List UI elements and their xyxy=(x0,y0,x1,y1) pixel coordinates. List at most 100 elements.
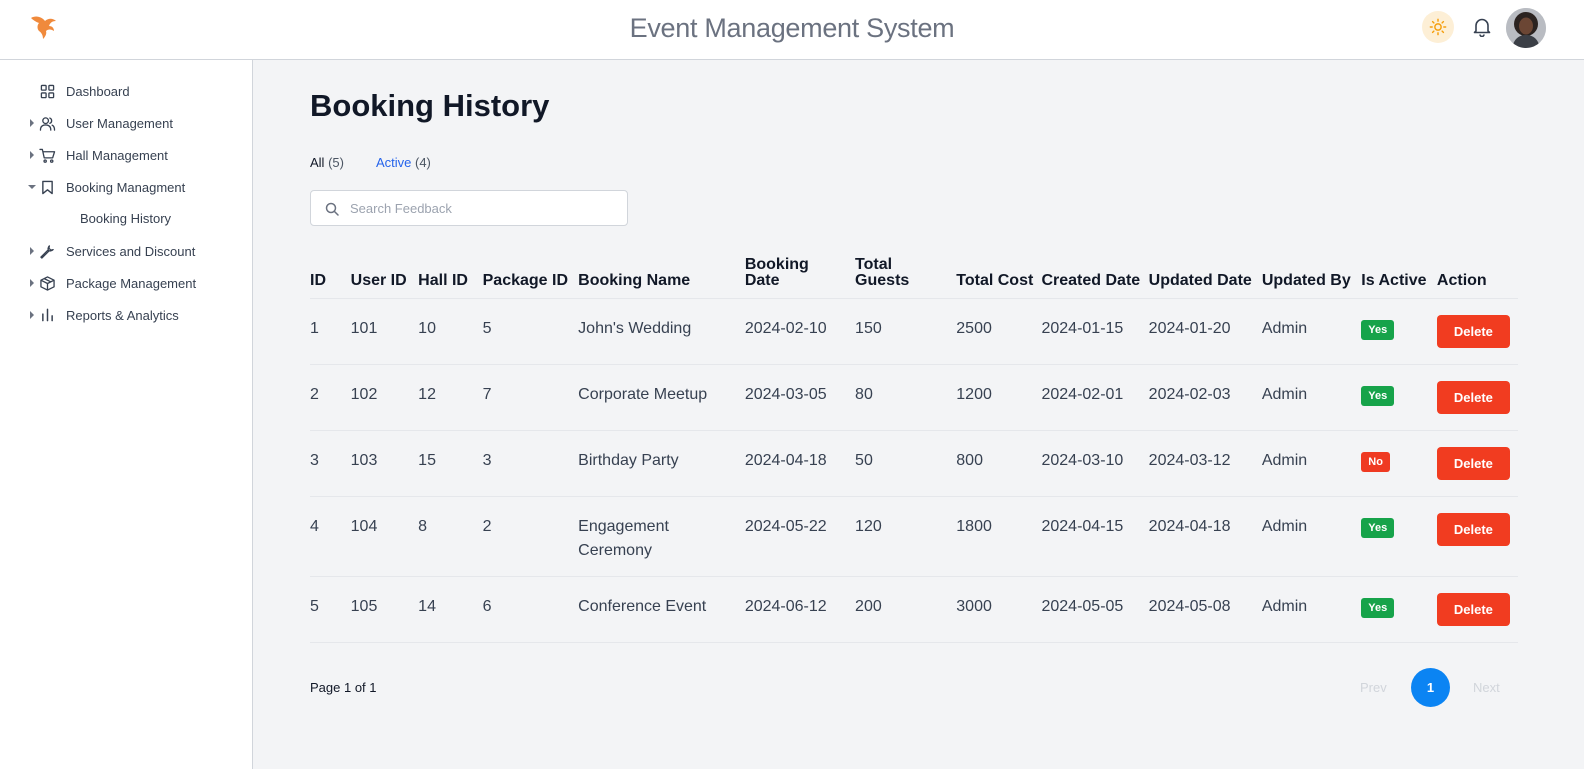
avatar[interactable] xyxy=(1506,8,1546,48)
cell-action: Delete xyxy=(1436,430,1518,497)
caret-right-icon xyxy=(27,150,37,160)
cell-is-active: Yes xyxy=(1361,496,1437,577)
cell-booking-name: Conference Event xyxy=(578,576,745,643)
next-page-button[interactable]: Next xyxy=(1473,680,1500,695)
cell-updated-by: Admin xyxy=(1261,496,1362,577)
cell-user-id: 105 xyxy=(350,576,419,643)
sidebar-item-user-management[interactable]: User Management xyxy=(0,111,252,135)
tab-active[interactable]: Active (4) xyxy=(376,155,431,170)
cell-user-id: 102 xyxy=(350,364,419,431)
cell-user-id: 103 xyxy=(350,430,419,497)
cell-total-cost: 3000 xyxy=(956,576,1042,643)
cell-updated-by: Admin xyxy=(1261,298,1362,365)
column-header: User ID xyxy=(350,253,419,299)
column-header: Is Active xyxy=(1361,253,1437,299)
notifications-button[interactable] xyxy=(1470,14,1494,40)
cell-total-guests: 200 xyxy=(855,576,957,643)
sidebar-item-reports-analytics[interactable]: Reports & Analytics xyxy=(0,303,252,327)
caret-right-icon xyxy=(27,310,37,320)
cell-hall-id: 12 xyxy=(418,364,483,431)
table-row: 3 103 15 3 Birthday Party 2024-04-18 50 … xyxy=(310,430,1518,497)
theme-toggle-button[interactable] xyxy=(1422,11,1454,43)
column-header: Package ID xyxy=(482,253,579,299)
sidebar-item-label: User Management xyxy=(66,115,173,131)
top-bar: Event Management System xyxy=(0,0,1584,60)
bar-chart-icon xyxy=(38,306,56,324)
cell-is-active: No xyxy=(1361,430,1437,497)
tab-count: (4) xyxy=(415,155,431,170)
cell-package-id: 2 xyxy=(482,496,579,577)
delete-button[interactable]: Delete xyxy=(1436,315,1510,348)
cell-action: Delete xyxy=(1436,364,1518,431)
delete-button[interactable]: Delete xyxy=(1436,593,1510,626)
column-header: Updated By xyxy=(1261,253,1362,299)
sidebar-item-label: Dashboard xyxy=(66,83,130,99)
cell-package-id: 5 xyxy=(482,298,579,365)
app-title: Event Management System xyxy=(629,13,955,43)
cell-booking-name: Corporate Meetup xyxy=(578,364,745,431)
status-badge: Yes xyxy=(1361,518,1395,538)
filter-tabs: All (5) Active (4) xyxy=(310,155,463,170)
users-icon xyxy=(38,114,56,132)
cell-booking-date: 2024-06-12 xyxy=(744,576,856,643)
caret-down-icon xyxy=(27,182,37,192)
bell-icon xyxy=(1473,18,1491,37)
sidebar-item-hall-management[interactable]: Hall Management xyxy=(0,143,252,167)
search-input[interactable] xyxy=(350,191,620,225)
cell-hall-id: 15 xyxy=(418,430,483,497)
prev-page-button[interactable]: Prev xyxy=(1360,680,1387,695)
cell-id: 3 xyxy=(310,430,351,497)
sidebar-item-label: Booking History xyxy=(80,210,172,226)
tab-all[interactable]: All (5) xyxy=(310,155,344,170)
cell-user-id: 104 xyxy=(350,496,419,577)
cell-booking-date: 2024-05-22 xyxy=(744,496,856,577)
cell-id: 1 xyxy=(310,298,351,365)
page-info: Page 1 of 1 xyxy=(310,680,377,695)
tab-label: Active xyxy=(375,155,412,170)
cell-created-date: 2024-04-15 xyxy=(1041,496,1149,577)
sidebar-item-booking-managment[interactable]: Booking Managment xyxy=(0,175,252,199)
cell-total-cost: 800 xyxy=(956,430,1042,497)
cell-updated-date: 2024-03-12 xyxy=(1148,430,1262,497)
cell-id: 2 xyxy=(310,364,351,431)
sidebar: Dashboard User Management Hall Managemen… xyxy=(0,60,253,769)
table-row: 1 101 10 5 John's Wedding 2024-02-10 150… xyxy=(310,298,1518,365)
delete-button[interactable]: Delete xyxy=(1436,381,1510,414)
cell-user-id: 101 xyxy=(350,298,419,365)
column-header: Action xyxy=(1436,253,1518,299)
search-box xyxy=(310,190,628,226)
sidebar-item-package-management[interactable]: Package Management xyxy=(0,271,252,295)
sun-icon xyxy=(1429,18,1447,36)
sidebar-subitem-booking-history[interactable]: Booking History xyxy=(0,206,252,230)
delete-button[interactable]: Delete xyxy=(1436,513,1510,546)
delete-button[interactable]: Delete xyxy=(1436,447,1510,480)
cell-action: Delete xyxy=(1436,298,1518,365)
column-header: Booking Name xyxy=(578,253,745,299)
tab-count: (5) xyxy=(328,155,344,170)
sidebar-item-label: Package Management xyxy=(66,275,197,291)
cell-is-active: Yes xyxy=(1361,576,1437,643)
sidebar-item-services-and-discount[interactable]: Services and Discount xyxy=(0,239,252,263)
cell-created-date: 2024-01-15 xyxy=(1041,298,1149,365)
cell-booking-name: Engagement Ceremony xyxy=(578,496,745,577)
search-icon xyxy=(325,202,339,216)
table-header-row: ID User ID Hall ID Package ID Booking Na… xyxy=(310,253,1518,299)
column-header: Booking Date xyxy=(744,253,856,299)
status-badge: Yes xyxy=(1361,598,1395,618)
cell-total-cost: 1200 xyxy=(956,364,1042,431)
cell-booking-name: Birthday Party xyxy=(578,430,745,497)
cell-hall-id: 8 xyxy=(418,496,483,577)
table-row: 5 105 14 6 Conference Event 2024-06-12 2… xyxy=(310,576,1518,643)
cell-updated-by: Admin xyxy=(1261,576,1362,643)
cell-total-guests: 80 xyxy=(855,364,957,431)
main-content: Booking History All (5) Active (4) ID Us… xyxy=(253,60,1584,769)
cell-total-guests: 50 xyxy=(855,430,957,497)
tab-label: All xyxy=(310,155,325,170)
cell-action: Delete xyxy=(1436,576,1518,643)
bookings-table: ID User ID Hall ID Package ID Booking Na… xyxy=(310,253,1518,643)
page-number-button[interactable]: 1 xyxy=(1411,668,1450,707)
cell-created-date: 2024-03-10 xyxy=(1041,430,1149,497)
column-header: Total Guests xyxy=(855,253,957,299)
sidebar-item-dashboard[interactable]: Dashboard xyxy=(0,79,252,103)
cell-booking-date: 2024-03-05 xyxy=(744,364,856,431)
